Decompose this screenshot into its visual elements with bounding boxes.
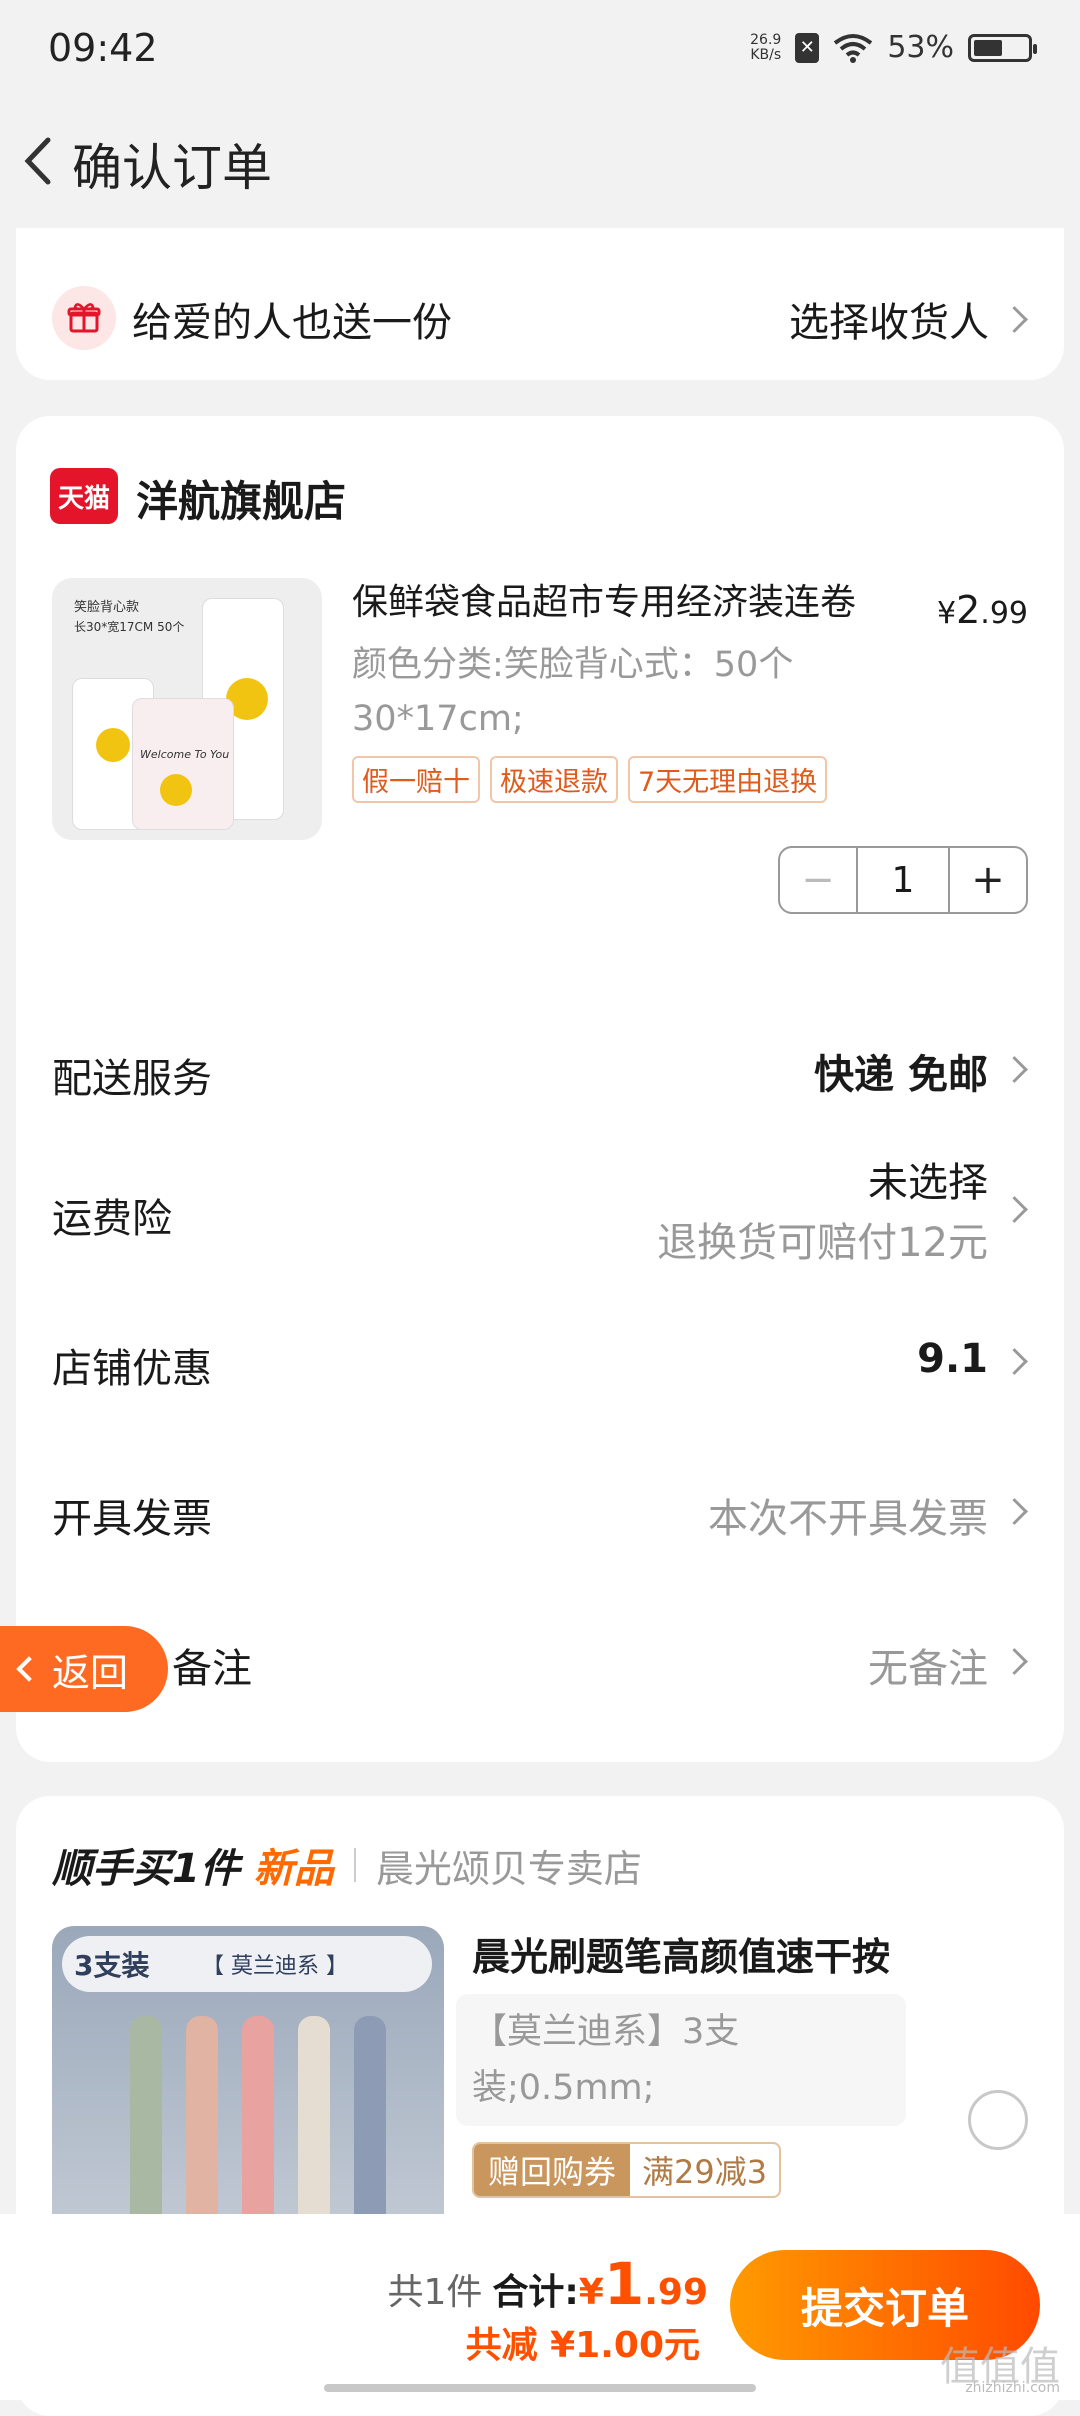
invoice-label: 开具发票 xyxy=(52,1496,212,1542)
bag-text: Welcome To You xyxy=(140,748,230,761)
recommend-header: 顺手买1件 新品 晨光颂贝专卖店 xyxy=(52,1836,642,1894)
product-price: ¥2.99 xyxy=(937,588,1028,632)
chevron-right-icon xyxy=(1001,1648,1028,1675)
chevron-left-icon xyxy=(16,1656,42,1682)
chevron-left-icon[interactable] xyxy=(10,126,70,196)
gift-section[interactable]: 给爱的人也送一份 选择收货人 xyxy=(16,228,1064,380)
recommend-shop[interactable]: 晨光颂贝专卖店 xyxy=(376,1838,642,1893)
delivery-row[interactable]: 配送服务 快递 免邮 xyxy=(52,1026,1028,1106)
image-caption: 笑脸背心款 xyxy=(74,600,140,615)
gift-text: 给爱的人也送一份 xyxy=(132,300,452,346)
net-speed-value: 26.9 xyxy=(750,31,782,48)
decrease-button[interactable]: − xyxy=(780,848,856,912)
invoice-value: 本次不开具发票 xyxy=(708,1496,988,1542)
remark-label: 备注 xyxy=(172,1646,252,1692)
recommend-title[interactable]: 晨光刷题笔高颜值速干按 xyxy=(472,1926,890,1981)
order-card: 天猫 洋航旗舰店 笑脸背心款 长30*宽17CM 50个 Welcome To … xyxy=(16,416,1064,1762)
divider xyxy=(353,1848,356,1882)
insurance-value: 未选择 xyxy=(868,1160,988,1206)
float-back-button[interactable]: 返回 xyxy=(0,1626,168,1712)
float-back-label: 返回 xyxy=(52,1650,129,1695)
status-time: 09:42 xyxy=(48,26,158,70)
watermark-url: zhizhizhi.com xyxy=(965,2380,1060,2396)
chevron-right-icon xyxy=(1001,1056,1028,1083)
remark-row[interactable]: 备注 无备注 xyxy=(52,1616,1028,1696)
image-count-label: 3支装 xyxy=(74,1949,150,1982)
tag-fast-refund: 极速退款 xyxy=(490,756,618,803)
quantity-stepper: − 1 + xyxy=(778,846,1028,914)
network-speed: 26.9 KB/s xyxy=(750,31,782,63)
image-size-caption: 长30*宽17CM 50个 xyxy=(74,620,185,634)
insurance-sub: 退换货可赔付12元 xyxy=(657,1220,988,1266)
coupon-gift-label: 赠回购券 xyxy=(474,2144,631,2196)
new-label: 新品 xyxy=(253,1846,334,1892)
increase-button[interactable]: + xyxy=(950,848,1026,912)
nav-bar: 确认订单 xyxy=(0,110,1080,210)
recommend-heading: 顺手买1件 xyxy=(52,1846,240,1892)
bottom-bar: 共1件 合计: ¥1.99 共减 ¥1.00元 提交订单 值值值 zhizhiz… xyxy=(0,2214,1080,2400)
quantity-value[interactable]: 1 xyxy=(856,848,950,912)
total-price: ¥1.99 xyxy=(579,2250,708,2318)
total-int: 1 xyxy=(603,2250,645,2318)
remark-value: 无备注 xyxy=(868,1646,988,1692)
status-bar: 09:42 26.9 KB/s ✕ 53% xyxy=(0,0,1080,100)
recommend-sku[interactable]: 【莫兰迪系】3支装;0.5mm; xyxy=(456,1994,906,2126)
home-indicator[interactable] xyxy=(324,2384,756,2392)
wifi-icon xyxy=(834,33,873,63)
battery-icon xyxy=(968,33,1037,62)
price-int: 2 xyxy=(956,588,981,632)
chevron-right-icon xyxy=(1001,305,1028,333)
select-radio[interactable] xyxy=(968,2090,1028,2150)
image-series-label: 【 莫兰迪系 】 xyxy=(202,1954,348,1979)
product-image[interactable]: 笑脸背心款 长30*宽17CM 50个 Welcome To You xyxy=(52,578,322,840)
product-sku[interactable]: 颜色分类:笑脸背心式：50个 30*17cm; xyxy=(352,638,912,746)
delivery-value: 快递 免邮 xyxy=(814,1052,988,1098)
smile-icon xyxy=(96,728,130,762)
delivery-label: 配送服务 xyxy=(52,1056,212,1102)
tag-fake-compensation: 假一赔十 xyxy=(352,756,480,803)
chevron-right-icon xyxy=(1001,1348,1028,1375)
coupon-discount-label: 满29减3 xyxy=(642,2153,768,2191)
shop-discount-label: 店铺优惠 xyxy=(52,1346,212,1392)
shipping-insurance-row[interactable]: 运费险 未选择 退换货可赔付12元 xyxy=(52,1136,1028,1276)
insurance-label: 运费险 xyxy=(52,1196,172,1242)
product-title[interactable]: 保鲜袋食品超市专用经济装连卷 xyxy=(352,578,952,628)
discount-total: 共减 ¥1.00元 xyxy=(465,2325,700,2366)
tmall-logo: 天猫 xyxy=(50,468,118,524)
coupon-badge: 赠回购券 满29减3 xyxy=(472,2142,782,2198)
battery-percent: 53% xyxy=(887,30,954,65)
battery-fill xyxy=(974,39,1002,56)
page-title: 确认订单 xyxy=(72,139,272,197)
service-tags: 假一赔十 极速退款 7天无理由退换 xyxy=(352,756,828,803)
item-count: 共1件 xyxy=(387,2272,483,2313)
shop-discount-value: 9.1 xyxy=(917,1336,988,1382)
chevron-right-icon xyxy=(1001,1498,1028,1525)
total-label: 合计: xyxy=(492,2272,579,2313)
total-line: 共1件 合计: ¥1.99 xyxy=(387,2250,708,2318)
select-receiver-label: 选择收货人 xyxy=(789,300,989,346)
smile-icon xyxy=(160,774,192,806)
total-dec: .99 xyxy=(644,2272,708,2313)
total-symbol: ¥ xyxy=(578,2272,604,2313)
shop-discount-row[interactable]: 店铺优惠 9.1 xyxy=(52,1316,1028,1396)
net-speed-unit: KB/s xyxy=(750,46,782,63)
gift-icon xyxy=(52,286,116,350)
sim-off-icon: ✕ xyxy=(795,32,820,63)
bag-shape xyxy=(132,698,234,830)
shop-name[interactable]: 洋航旗舰店 xyxy=(136,468,346,529)
chevron-right-icon xyxy=(1001,1196,1028,1223)
price-symbol: ¥ xyxy=(937,596,957,631)
invoice-row[interactable]: 开具发票 本次不开具发票 xyxy=(52,1466,1028,1546)
tag-7day-return: 7天无理由退换 xyxy=(628,756,828,803)
select-receiver-button[interactable]: 选择收货人 xyxy=(789,290,1028,348)
status-icons: 26.9 KB/s ✕ 53% xyxy=(750,30,1037,65)
price-dec: .99 xyxy=(980,596,1028,631)
